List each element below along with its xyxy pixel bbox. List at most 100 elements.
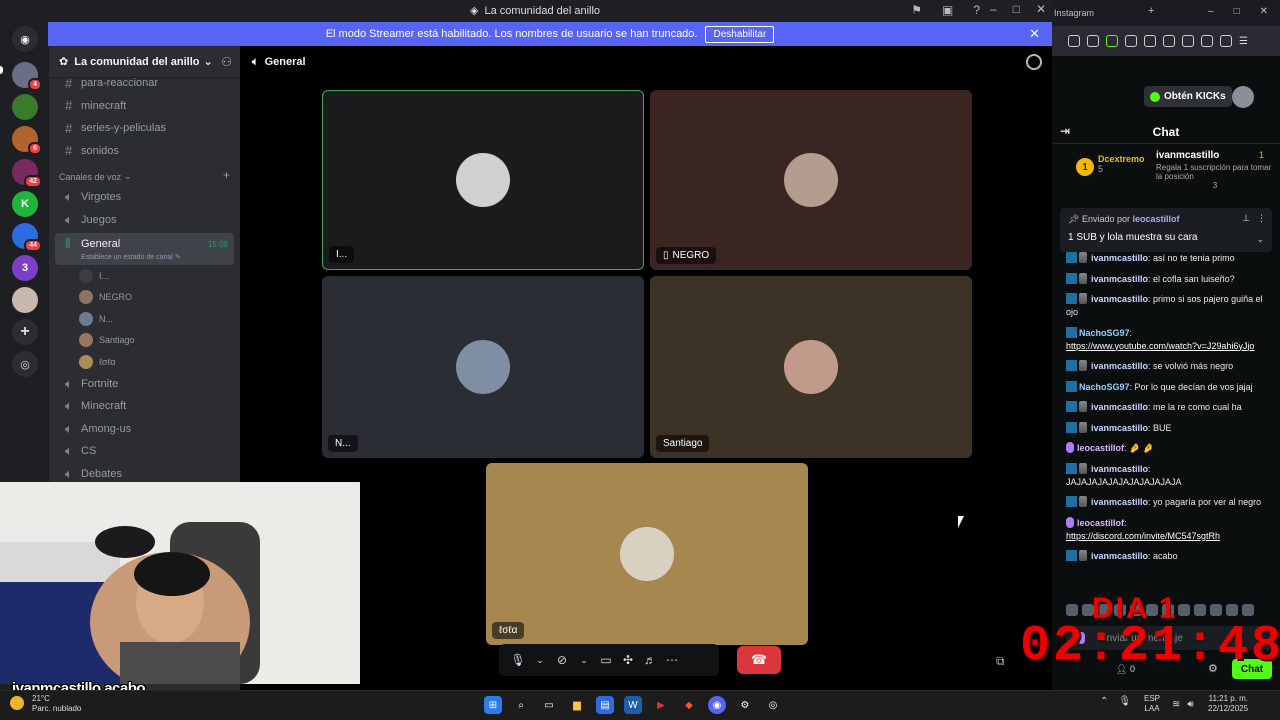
extension-icon[interactable] [1068, 35, 1080, 47]
get-kicks-button[interactable]: Obtén KICKs [1144, 86, 1232, 107]
start-icon[interactable]: ⊞ [484, 696, 502, 714]
voice-channel[interactable]: 🔈︎ Among-us [55, 418, 234, 441]
voice-channel[interactable]: 🔈︎ Minecraft [55, 395, 234, 418]
brave-icon[interactable]: ◆ [680, 696, 698, 714]
text-channel[interactable]: # minecraft [55, 95, 234, 118]
activities-icon[interactable]: ✣ [619, 653, 637, 667]
voice-channel[interactable]: 🔈︎ Fortnite [55, 373, 234, 396]
voice-category[interactable]: Canales de voz ⌄ + [49, 162, 240, 186]
browser-tab[interactable]: Instagram [1054, 8, 1094, 18]
chat-message[interactable]: NachoSG97: Por lo que decían de vos jaja… [1066, 380, 1276, 394]
server-icon[interactable]: 6 [12, 126, 42, 155]
chat-username[interactable]: ivanmcastillo [1091, 551, 1148, 561]
collapse-chat-icon[interactable]: ⇥ [1060, 124, 1070, 138]
store-icon[interactable]: ▤ [596, 696, 614, 714]
leaderboard-first[interactable]: 1 Dcextremo 5 [1076, 154, 1145, 176]
wallet-icon[interactable] [1182, 35, 1194, 47]
hang-up-button[interactable]: ☎ [737, 646, 781, 674]
chat-message[interactable]: ivanmcastillo: así no te tenia primo [1066, 252, 1276, 265]
invite-people-icon[interactable]: ⚇ [221, 55, 232, 69]
soundboard-icon[interactable]: ♬ [641, 653, 659, 667]
participant-tile[interactable]: ▯ NEGRO [650, 90, 972, 270]
server-icon[interactable] [12, 287, 38, 313]
chat-username[interactable]: leocastillof [1077, 443, 1124, 453]
chat-username[interactable]: ivanmcastillo [1091, 253, 1148, 263]
popout-icon[interactable]: ⧉ [996, 654, 1005, 669]
channel-status-prompt[interactable]: Establece un estado de canal ✎ [55, 253, 234, 265]
participant-tile[interactable]: I... [322, 90, 644, 270]
maximize-icon[interactable]: □ [1234, 6, 1240, 17]
chat-message[interactable]: leocastillof: 🤌 🤌 [1066, 442, 1276, 455]
chevron-down-icon[interactable]: ⌄ [1256, 234, 1264, 245]
chat-message[interactable]: ivanmcastillo: me la re como cual ha [1066, 401, 1276, 414]
chat-username[interactable]: ivanmcastillo [1091, 497, 1148, 507]
chat-username[interactable]: ivanmcastillo [1091, 423, 1148, 433]
emote-icon[interactable] [1226, 604, 1238, 616]
microphone-icon[interactable]: 🎙︎ [1118, 696, 1131, 707]
extension-icon[interactable] [1106, 35, 1118, 47]
kick-server-icon[interactable]: K [12, 191, 38, 217]
voice-channel-active[interactable]: ⦀ General 15:09 [55, 233, 234, 255]
screen-share-icon[interactable]: ▭ [597, 653, 615, 667]
chevron-up-icon[interactable]: ⌃ [1100, 696, 1108, 707]
chat-username[interactable]: NachoSG97 [1079, 382, 1130, 392]
search-icon[interactable]: ⌕ [512, 696, 530, 714]
minimize-icon[interactable]: – [990, 2, 997, 16]
chevron-down-icon[interactable]: ⌄ [575, 655, 593, 666]
app-icon[interactable]: ▶ [652, 696, 670, 714]
extension-icon[interactable] [1201, 35, 1213, 47]
app-icon[interactable]: ◎ [764, 696, 782, 714]
language-indicator[interactable]: ESP LAA [1144, 694, 1160, 714]
chat-username[interactable]: ivanmcastillo [1091, 402, 1148, 412]
more-icon[interactable]: ⋯ [663, 653, 681, 667]
discord-logo-icon[interactable]: ◉ [12, 26, 38, 52]
new-tab-icon[interactable]: + [1148, 5, 1154, 17]
voice-channel[interactable]: 🔈︎ Virgotes [55, 186, 234, 209]
volume-icon[interactable]: 🔊︎ [1187, 699, 1193, 710]
server-icon[interactable]: 42 [12, 159, 42, 188]
voice-user[interactable]: ℓσℓα [49, 351, 240, 373]
server-icon[interactable]: 3 [12, 255, 38, 281]
inbox-icon[interactable]: ▣ [942, 3, 953, 17]
close-icon[interactable]: ✕ [1029, 26, 1040, 42]
server-icon[interactable]: 4 [12, 62, 42, 91]
voice-user[interactable]: NEGRO [49, 287, 240, 309]
weather-widget[interactable]: 21°C Parc. nublado [10, 694, 81, 714]
emote-icon[interactable] [1178, 604, 1190, 616]
chat-message[interactable]: ivanmcastillo: acabo [1066, 550, 1276, 563]
shield-icon[interactable] [1220, 35, 1232, 47]
maximize-icon[interactable]: □ [1013, 2, 1020, 16]
voice-user[interactable]: N... [49, 308, 240, 330]
text-channel[interactable]: # para-reaccionar [55, 72, 234, 95]
server-icon[interactable] [12, 94, 38, 120]
participant-tile[interactable]: Santiago [650, 276, 972, 458]
chat-link[interactable]: https://discord.com/invite/MC547sgtRh [1066, 531, 1220, 541]
close-icon[interactable]: ✕ [1036, 2, 1046, 16]
settings-icon[interactable]: ⚙ [736, 696, 754, 714]
disable-streamer-button[interactable]: Deshabilitar [705, 25, 775, 43]
server-icon[interactable]: 44 [12, 223, 42, 252]
chat-message[interactable]: ivanmcastillo: el cofla san luiseño? [1066, 272, 1276, 286]
help-icon[interactable]: ? [973, 3, 980, 17]
chat-message[interactable]: ivanmcastillo: se volvió más negro [1066, 360, 1276, 373]
file-explorer-icon[interactable]: ▆ [568, 696, 586, 714]
menu-icon[interactable]: ☰ [1239, 36, 1248, 47]
chat-username[interactable]: NachoSG97 [1079, 328, 1130, 338]
chat-username[interactable]: ivanmcastillo [1091, 274, 1148, 284]
emote-icon[interactable] [1194, 604, 1206, 616]
app-icon[interactable]: W [624, 696, 642, 714]
chat-username[interactable]: leocastillof [1077, 518, 1124, 528]
participant-tile[interactable]: N... [322, 276, 644, 458]
avatar[interactable] [1232, 86, 1254, 108]
add-channel-icon[interactable]: + [223, 168, 230, 182]
voice-user[interactable]: Santiago [49, 330, 240, 352]
text-channel[interactable]: # series-y-peliculas [55, 117, 234, 140]
emote-icon[interactable] [1210, 604, 1222, 616]
voice-channel[interactable]: 🔈︎ Juegos [55, 209, 234, 232]
wifi-icon[interactable]: ≋ [1172, 699, 1180, 710]
voice-user[interactable]: I... [49, 265, 240, 287]
chat-link[interactable]: https://www.youtube.com/watch?v=J29ahi6y… [1066, 341, 1254, 351]
participant-tile[interactable]: ℓσℓα [486, 463, 808, 645]
chat-message[interactable]: ivanmcastillo: primo si sos pajero guiña… [1066, 293, 1276, 319]
chat-username[interactable]: ivanmcastillo [1091, 294, 1148, 304]
